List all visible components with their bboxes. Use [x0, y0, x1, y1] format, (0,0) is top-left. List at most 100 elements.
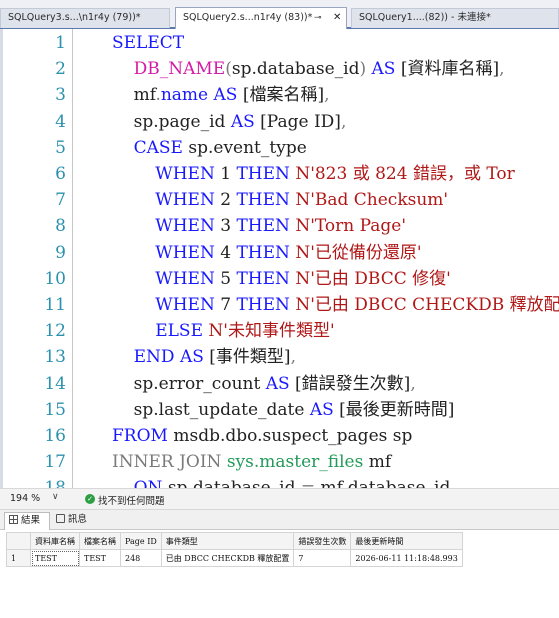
column-header[interactable]: 資料庫名稱: [30, 532, 80, 550]
code-line[interactable]: 15 sp.last_update_date AS [最後更新時間]: [0, 397, 559, 423]
code-line[interactable]: 17 INNER JOIN sys.master_files mf: [0, 449, 559, 475]
tab-messages[interactable]: 訊息: [52, 512, 98, 530]
row-number-header: [6, 532, 31, 550]
code-line[interactable]: 14 sp.error_count AS [錯誤發生次數],: [0, 371, 559, 397]
tab-sqlquery1[interactable]: SQLQuery1....(82)) - 未連接*: [351, 8, 559, 28]
code-line[interactable]: 6 WHEN 1 THEN N'823 或 824 錯誤，或 Tor: [0, 161, 559, 187]
tab-sqlquery3[interactable]: SQLQuery3.s...\n1r4y (79))*: [0, 8, 170, 28]
code-line[interactable]: 16 FROM msdb.dbo.suspect_pages sp: [0, 423, 559, 449]
code-token: N'未知事件類型': [208, 321, 335, 342]
code-line[interactable]: 1 SELECT: [0, 30, 559, 56]
code-token: (: [225, 59, 232, 80]
code-token: 2: [214, 190, 237, 211]
tab-sqlquery2[interactable]: SQLQuery2.s...n1r4y (83))* ⊸ ✕: [175, 7, 347, 29]
code-token: AS: [179, 347, 204, 368]
query-editor[interactable]: 1 SELECT 2 DB_NAME(sp.database_id) AS [資料庫…: [0, 29, 559, 488]
code-text: FROM msdb.dbo.suspect_pages sp: [112, 423, 412, 449]
line-number: 18: [20, 475, 66, 488]
code-line[interactable]: 18 ON sp.database_id = mf.database_id: [0, 475, 559, 488]
code-token: WHEN: [155, 295, 215, 315]
code-text: WHEN 2 THEN N'Bad Checksum': [112, 187, 448, 213]
line-number: 6: [55, 164, 66, 184]
line-number: 5: [55, 137, 66, 158]
table-cell[interactable]: TEST: [30, 549, 80, 567]
column-header[interactable]: 事件類型: [160, 532, 295, 550]
code-line[interactable]: 3 mf.name AS [檔案名稱],: [0, 82, 559, 108]
column-header[interactable]: 檔案名稱: [79, 532, 121, 550]
code-line[interactable]: 8 WHEN 3 THEN N'Torn Page': [0, 213, 559, 239]
pin-icon[interactable]: ⊸: [314, 8, 322, 28]
table-row[interactable]: 1 TEST TEST 248 已由 DBCC CHECKDB 釋放配置 7 2…: [6, 549, 463, 567]
code-token: sys.master_files: [226, 452, 364, 473]
code-token: ,: [499, 59, 505, 80]
code-token: =: [301, 478, 315, 488]
code-text: WHEN 5 THEN N'已由 DBCC 修復': [112, 266, 451, 292]
code-line[interactable]: 7 WHEN 2 THEN N'Bad Checksum': [0, 187, 559, 213]
code-token: ,: [324, 85, 330, 106]
code-token: 4: [214, 242, 237, 263]
code-token: FROM: [112, 426, 168, 446]
code-text: DB_NAME(sp.database_id) AS [資料庫名稱],: [112, 56, 505, 82]
table-cell[interactable]: 2026-06-11 11:18:48.993: [350, 549, 463, 567]
code-lines[interactable]: 1 SELECT 2 DB_NAME(sp.database_id) AS [資料庫…: [0, 29, 559, 488]
code-line[interactable]: 4 sp.page_id AS [Page ID],: [0, 109, 559, 135]
table-cell[interactable]: 已由 DBCC CHECKDB 釋放配置: [160, 549, 295, 567]
code-line[interactable]: 9 WHEN 4 THEN N'已從備份還原': [0, 240, 559, 266]
code-token: sp.error_count: [133, 373, 266, 394]
code-token: name: [160, 85, 209, 106]
code-token: sp.page_id: [133, 111, 231, 132]
zoom-level[interactable]: 194 %: [10, 493, 40, 504]
code-token: WHEN: [155, 216, 215, 237]
code-token: N'已由 DBCC CHECKDB 釋放配: [295, 295, 559, 315]
code-token: sp.database_id: [162, 478, 300, 488]
table-cell[interactable]: 7: [293, 549, 352, 567]
code-token: 1: [214, 164, 237, 184]
code-line[interactable]: 13 END AS [事件類型],: [0, 344, 559, 370]
code-token: ON: [134, 478, 163, 488]
code-token: N'已從備份還原': [295, 242, 422, 263]
column-header[interactable]: 錯誤發生次數: [293, 532, 352, 550]
tab-sqlquery1-label: SQLQuery1....(82)) - 未連接*: [359, 12, 491, 23]
column-header[interactable]: Page ID: [120, 532, 162, 550]
code-token: [錯誤發生次數]: [289, 373, 411, 394]
code-text: ON sp.database_id = mf.database_id: [112, 475, 451, 488]
table-cell[interactable]: 248: [120, 549, 162, 567]
code-text: INNER JOIN sys.master_files mf: [112, 449, 391, 475]
code-token: N'已由 DBCC 修復': [295, 268, 451, 289]
code-token: WHEN: [155, 242, 215, 263]
code-token: END: [133, 347, 175, 368]
code-line[interactable]: 2 DB_NAME(sp.database_id) AS [資料庫名稱],: [0, 56, 559, 82]
code-text: sp.last_update_date AS [最後更新時間]: [112, 397, 455, 423]
code-line[interactable]: 12 ELSE N'未知事件類型': [0, 318, 559, 344]
code-text: mf.name AS [檔案名稱],: [112, 82, 330, 108]
column-header[interactable]: 最後更新時間: [350, 532, 463, 550]
code-line[interactable]: 10 WHEN 5 THEN N'已由 DBCC 修復': [0, 266, 559, 292]
code-line[interactable]: 11 WHEN 7 THEN N'已由 DBCC CHECKDB 釋放配: [0, 292, 559, 318]
results-grid[interactable]: 資料庫名稱 檔案名稱 Page ID 事件類型 錯誤發生次數 最後更新時間 1 …: [6, 532, 463, 567]
table-cell[interactable]: TEST: [79, 549, 121, 567]
chevron-down-icon[interactable]: ∨: [52, 492, 59, 502]
line-number: 10: [44, 268, 66, 289]
close-icon[interactable]: ✕: [333, 8, 341, 28]
line-number: 3: [55, 85, 66, 106]
tab-results[interactable]: 結果: [4, 512, 50, 530]
code-token: WHEN: [155, 268, 215, 289]
code-line[interactable]: 5 CASE sp.event_type: [0, 135, 559, 161]
code-token: [Page ID]: [254, 111, 341, 132]
line-number: 16: [44, 426, 66, 446]
code-token: mf.database_id: [315, 478, 451, 488]
line-number: 4: [55, 111, 66, 132]
line-number: 12: [44, 321, 66, 342]
row-number[interactable]: 1: [6, 549, 31, 567]
code-token: 5: [214, 268, 237, 289]
line-number: 7: [55, 190, 66, 211]
code-token: AS: [309, 399, 334, 420]
